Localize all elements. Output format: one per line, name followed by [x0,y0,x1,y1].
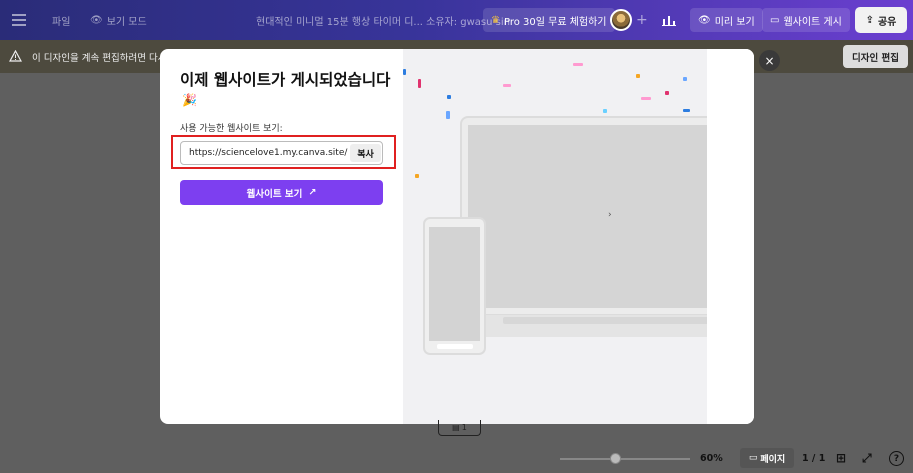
confetti [683,77,687,81]
phone-screen [429,227,480,341]
preview-button[interactable]: 👁 미리 보기 [690,8,763,32]
view-website-button[interactable]: 웹사이트 보기 ↗ [180,180,383,205]
confetti [403,69,406,75]
zoom-slider-handle[interactable] [610,453,621,464]
zoom-level[interactable]: 60% [700,447,723,469]
eye-icon: 👁 [698,14,711,26]
confetti [418,79,421,88]
laptop-keyboard [503,317,707,324]
share-button[interactable]: ⇪ 공유 [855,7,907,33]
laptop-mockup: › [460,116,707,316]
confetti [683,109,690,112]
warning-icon [9,50,22,62]
help-button[interactable]: ? [889,451,904,466]
chevron-right-icon: › [608,210,612,220]
phone-mockup [423,217,486,355]
confetti [503,84,511,87]
dialog-title: 이제 웹사이트가 게시되었습니다 [180,71,391,89]
close-dialog-button[interactable]: × [759,50,780,71]
confetti [665,91,669,95]
page-icon: ▤ [452,423,460,432]
dialog-margin [707,49,754,424]
publish-success-dialog: 이제 웹사이트가 게시되었습니다 🎉 사용 가능한 웹사이트 보기: https… [160,49,754,424]
pro-trial-button[interactable]: ♛ Pro 30일 무료 체험하기 [483,8,615,32]
confetti [415,174,419,178]
laptop-screen [468,125,707,308]
pages-button[interactable]: ▭ 페이지 [740,448,794,468]
party-popper-icon: 🎉 [182,93,197,107]
confetti [573,63,583,66]
preview-illustration: › [403,49,707,424]
eye-icon: 👁 [90,14,103,26]
edit-design-button[interactable]: 디자인 편집 [843,45,908,68]
zoom-slider[interactable] [560,458,690,460]
publish-website-button[interactable]: ▭ 웹사이트 게시 [762,8,850,32]
add-collaborator-button[interactable]: + [636,0,648,40]
url-label: 사용 가능한 웹사이트 보기: [180,124,283,134]
confetti [641,97,651,100]
fullscreen-icon[interactable]: ⤢ [862,447,872,469]
confetti [446,111,450,119]
document-title: 현대적인 미니멀 15분 행상 타이머 디... 소유자: gwasu sin [256,16,510,28]
upload-icon: ⇪ [865,14,874,26]
insights-icon[interactable] [662,0,676,40]
file-menu[interactable]: 파일 [52,0,70,40]
avatar[interactable] [610,9,632,31]
confetti [636,74,640,78]
website-icon: ▭ [770,14,780,26]
confetti [603,109,607,113]
grid-view-icon[interactable]: ⊞ [836,447,846,469]
warning-text: 이 디자인을 계속 편집하려면 다시 ... [32,52,179,64]
view-mode-button[interactable]: 👁 보기 모드 [90,0,147,40]
dialog-content: 이제 웹사이트가 게시되었습니다 🎉 사용 가능한 웹사이트 보기: https… [160,49,403,424]
menu-icon[interactable] [12,0,26,40]
phone-bar [437,344,473,349]
page-count: 1 / 1 [802,452,826,464]
close-icon: × [764,53,775,68]
page-indicator[interactable]: ▤ 1 [438,420,481,436]
highlight-box [171,135,396,169]
external-link-icon: ↗ [308,187,317,198]
top-toolbar: 파일 👁 보기 모드 현대적인 미니멀 15분 행상 타이머 디... 소유자:… [0,0,913,40]
pages-icon: ▭ [748,453,758,463]
confetti [447,95,451,99]
crown-icon: ♛ [491,14,500,26]
